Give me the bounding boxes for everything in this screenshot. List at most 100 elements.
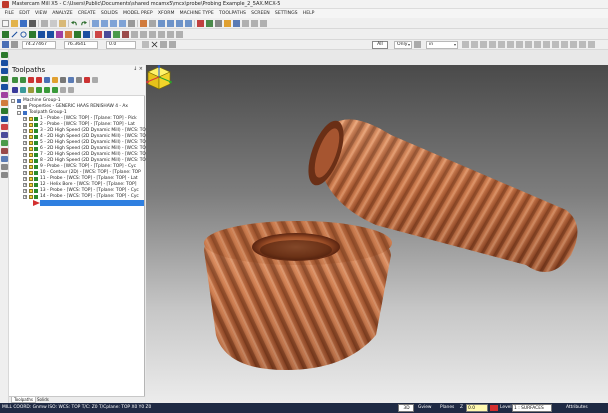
arc-icon[interactable]: [1, 68, 8, 74]
spline-icon[interactable]: [38, 31, 45, 38]
vector-select-icon[interactable]: [507, 41, 514, 48]
toolbar-tool-icon[interactable]: [260, 20, 267, 27]
expand-icon[interactable]: +: [23, 183, 27, 187]
pocket-icon[interactable]: [113, 31, 120, 38]
view-cube-icon[interactable]: [146, 65, 172, 91]
menu-view[interactable]: VIEW: [32, 10, 49, 18]
toolpath-icon[interactable]: [95, 31, 102, 38]
z-coordinate-field[interactable]: 0.0: [106, 41, 136, 49]
view-number-box[interactable]: 3D: [398, 404, 414, 412]
right-view-icon[interactable]: [176, 20, 183, 27]
expand-icon[interactable]: +: [23, 123, 27, 127]
dimension-icon[interactable]: [1, 156, 8, 162]
attributes-button[interactable]: Attributes: [566, 404, 588, 412]
expand-icon[interactable]: +: [17, 105, 21, 109]
cut-icon[interactable]: [41, 20, 48, 27]
toolbar-tool-icon[interactable]: [140, 31, 147, 38]
fillet-icon[interactable]: [29, 31, 36, 38]
trim-icon[interactable]: [74, 31, 81, 38]
delete-icon[interactable]: [197, 20, 204, 27]
menu-edit[interactable]: EDIT: [17, 10, 33, 18]
toolbar-tool-icon[interactable]: [242, 20, 249, 27]
toggle-post-icon[interactable]: [28, 87, 34, 93]
menu-model-prep[interactable]: MODEL PREP: [120, 10, 155, 18]
toolbar-tool-icon[interactable]: [579, 41, 586, 48]
solid-icon[interactable]: [1, 100, 8, 106]
scroll-to-insert-icon[interactable]: [60, 87, 66, 93]
spline-icon[interactable]: [1, 84, 8, 90]
z-depth-field[interactable]: 0.0: [466, 404, 488, 412]
front-view-icon[interactable]: [167, 20, 174, 27]
expand-icon[interactable]: +: [23, 165, 27, 169]
line-icon[interactable]: [1, 60, 8, 66]
copy-icon[interactable]: [50, 20, 57, 27]
toolbar-tool-icon[interactable]: [176, 31, 183, 38]
gview-button[interactable]: Gview: [418, 404, 432, 412]
fit-screen-icon[interactable]: [119, 20, 126, 27]
polygon-select-icon[interactable]: [480, 41, 487, 48]
autocursor-icon[interactable]: [2, 41, 9, 48]
expand-icon[interactable]: +: [23, 159, 27, 163]
expand-icon[interactable]: +: [23, 153, 27, 157]
toolbar-tool-icon[interactable]: [588, 41, 595, 48]
expand-icon[interactable]: +: [23, 135, 27, 139]
surface-icon[interactable]: [1, 92, 8, 98]
level-field[interactable]: 1 : SURFACES: [512, 404, 552, 412]
expand-icon[interactable]: +: [23, 129, 27, 133]
menu-analyze[interactable]: ANALYZE: [50, 10, 76, 18]
drill-icon[interactable]: [1, 132, 8, 138]
save-icon[interactable]: [20, 20, 27, 27]
menu-solids[interactable]: SOLIDS: [98, 10, 120, 18]
lock-ops-icon[interactable]: [12, 87, 18, 93]
verify-selection-icon[interactable]: [169, 41, 176, 48]
expand-icon[interactable]: +: [23, 141, 27, 145]
toggle-display-icon[interactable]: [20, 87, 26, 93]
analyze-icon[interactable]: [1, 164, 8, 170]
expand-icon[interactable]: +: [23, 147, 27, 151]
zoom-in-icon[interactable]: [101, 20, 108, 27]
graphics-viewport[interactable]: [146, 65, 608, 403]
post-selected-icon[interactable]: [68, 77, 74, 83]
insert-arrow-icon[interactable]: [52, 87, 58, 93]
select-dirty-ops-icon[interactable]: [20, 77, 26, 83]
print-icon[interactable]: [29, 20, 36, 27]
open-folder-icon[interactable]: [11, 20, 18, 27]
chain-icon[interactable]: [462, 41, 469, 48]
post-icon[interactable]: [233, 20, 240, 27]
selection-mode-icon[interactable]: [414, 41, 421, 48]
menu-settings[interactable]: SETTINGS: [272, 10, 300, 18]
clear-selection-icon[interactable]: [151, 41, 158, 48]
move-up-icon[interactable]: [44, 87, 50, 93]
toolbar-tool-icon[interactable]: [251, 20, 258, 27]
menu-toolpaths[interactable]: TOOLPATHS: [216, 10, 248, 18]
surface-icon[interactable]: [56, 31, 63, 38]
menu-xform[interactable]: XFORM: [155, 10, 177, 18]
expand-icon[interactable]: +: [23, 171, 27, 175]
menu-file[interactable]: FILE: [2, 10, 17, 18]
single-select-icon[interactable]: [489, 41, 496, 48]
toolbar-tool-icon[interactable]: [570, 41, 577, 48]
xform-icon[interactable]: [1, 116, 8, 122]
repaint-icon[interactable]: [128, 20, 135, 27]
selection-type-combo[interactable]: in: [426, 41, 458, 49]
menu-screen[interactable]: SCREEN: [249, 10, 273, 18]
x-coordinate-field[interactable]: 74.27467: [22, 41, 56, 49]
toolbar-tool-icon[interactable]: [561, 41, 568, 48]
regenerate-dirty-icon[interactable]: [36, 77, 42, 83]
top-view-icon[interactable]: [158, 20, 165, 27]
analyze-icon[interactable]: [206, 20, 213, 27]
isometric-view-icon[interactable]: [185, 20, 192, 27]
verify-icon[interactable]: [224, 20, 231, 27]
lock-icon[interactable]: [142, 41, 149, 48]
menu-create[interactable]: CREATE: [75, 10, 98, 18]
paste-icon[interactable]: [59, 20, 66, 27]
menu-machine-type[interactable]: MACHINE TYPE: [177, 10, 216, 18]
help-icon[interactable]: [92, 77, 98, 83]
verify-icon[interactable]: [52, 77, 58, 83]
expand-icon[interactable]: +: [23, 117, 27, 121]
collapse-icon[interactable]: -: [11, 99, 15, 103]
select-last-icon[interactable]: [516, 41, 523, 48]
zoom-out-icon[interactable]: [110, 20, 117, 27]
contour-icon[interactable]: [1, 148, 8, 154]
trim-icon[interactable]: [1, 108, 8, 114]
